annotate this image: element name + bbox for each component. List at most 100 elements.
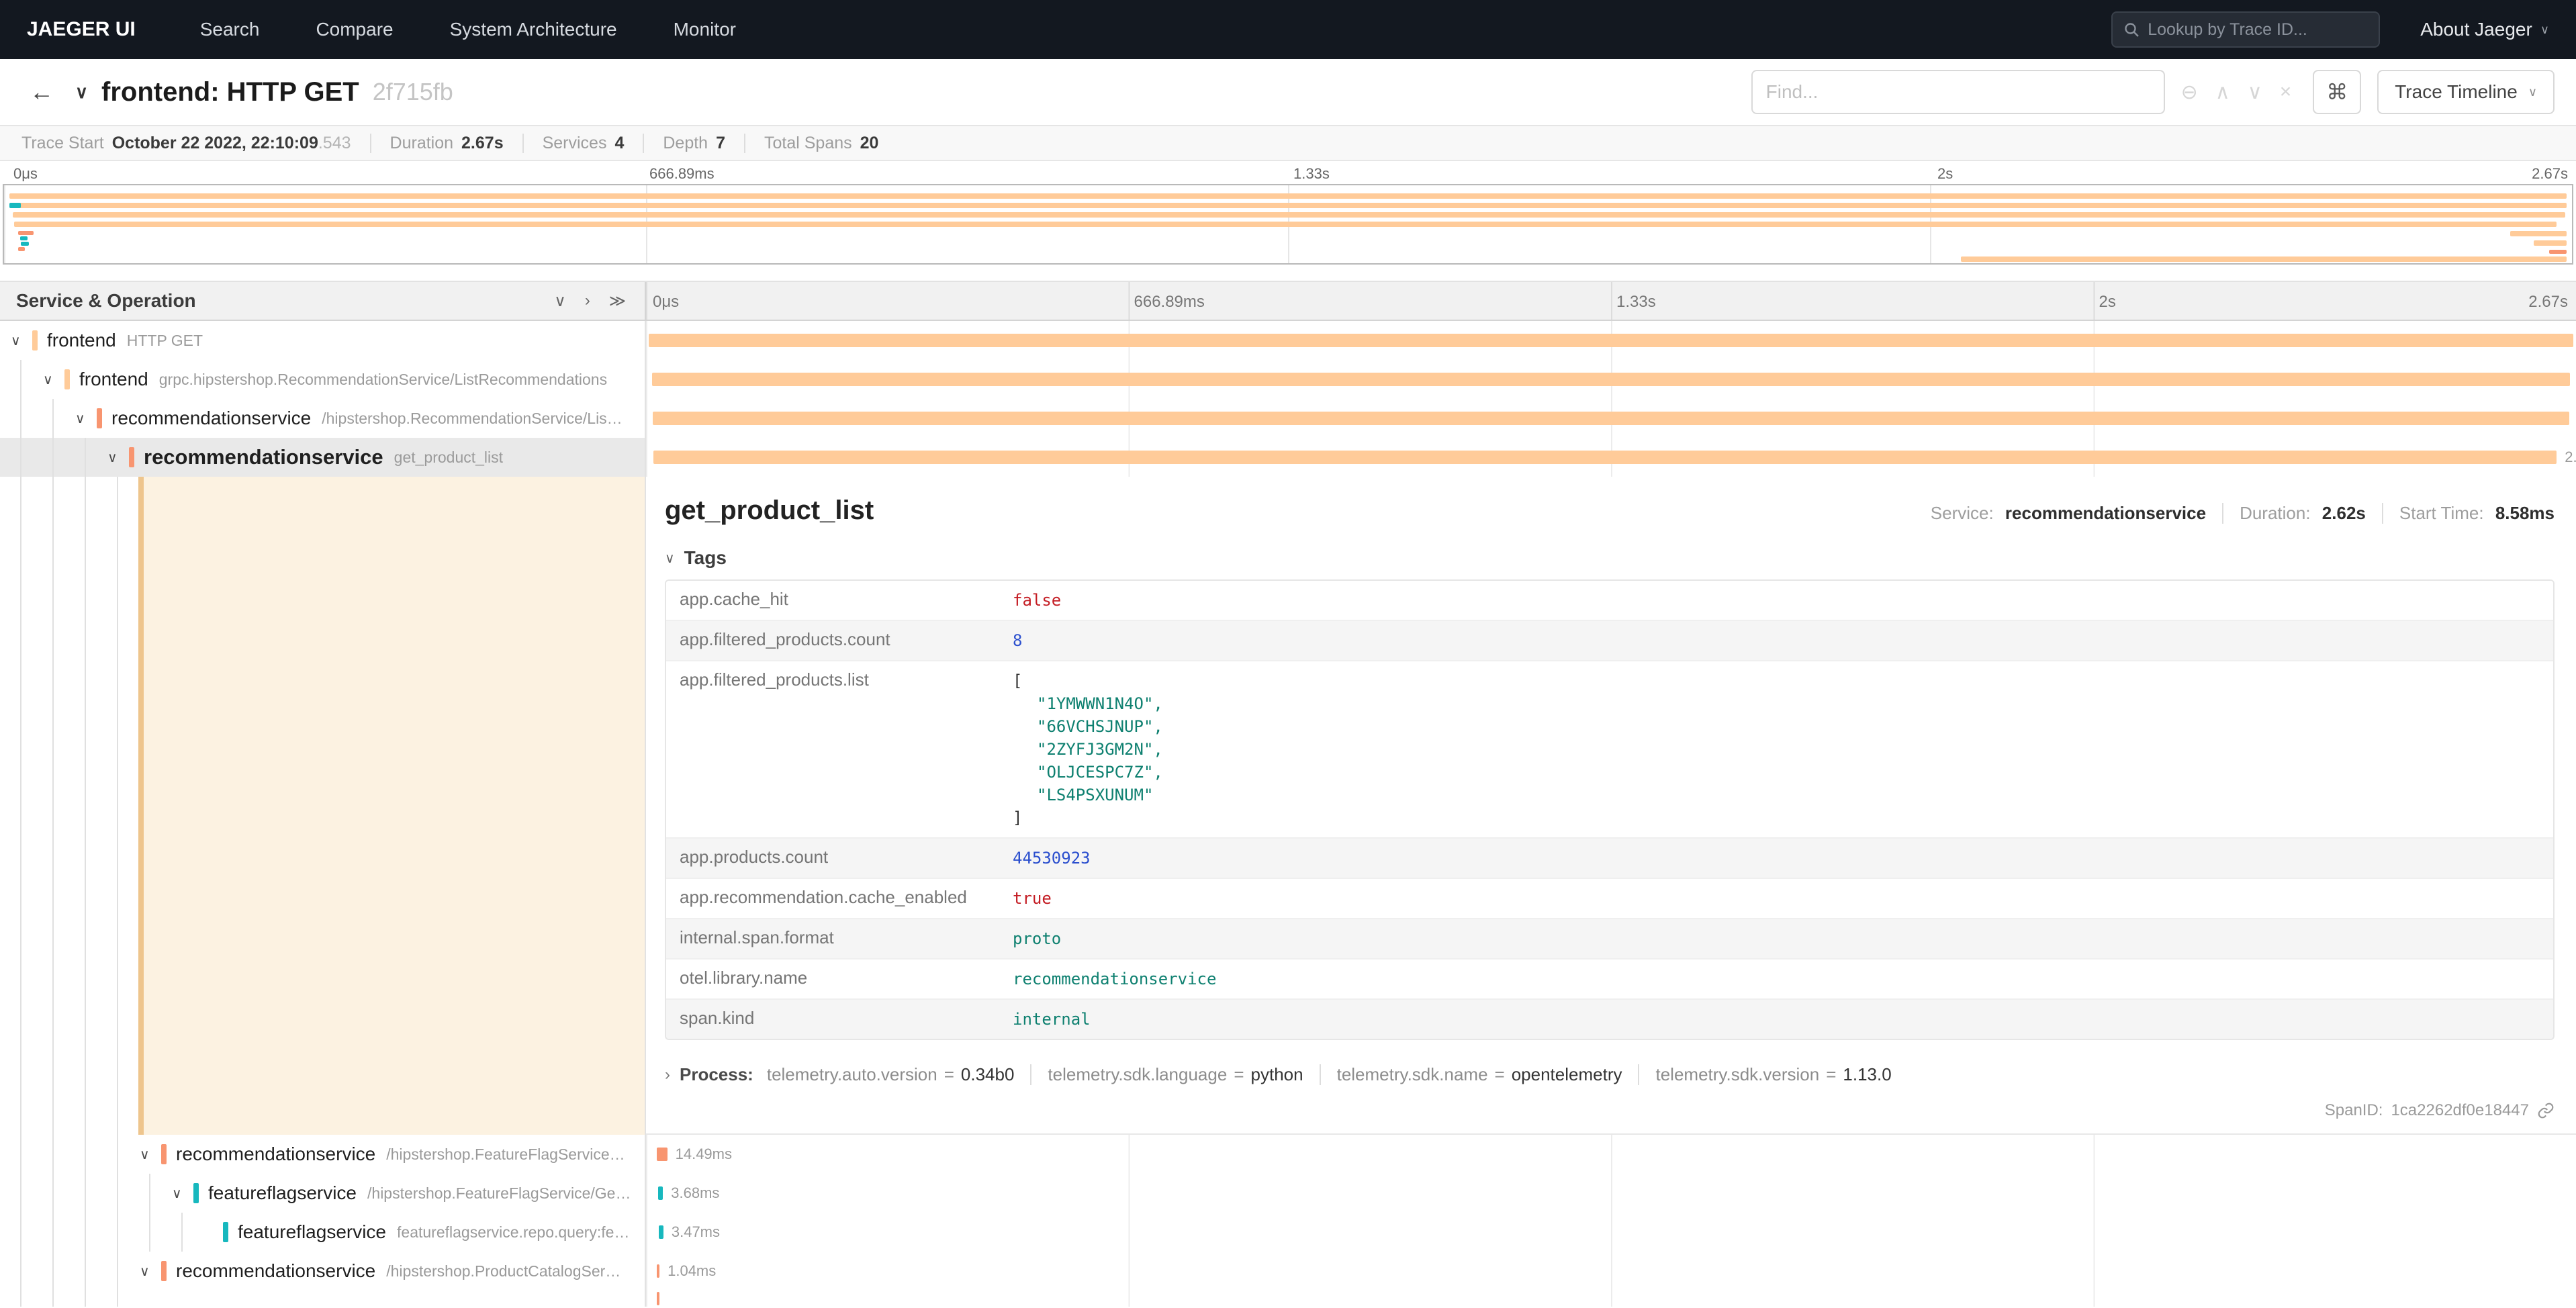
process-kv: telemetry.sdk.version = 1.13.0 — [1638, 1064, 1891, 1085]
find-scope-icon[interactable]: ⊖ — [2181, 81, 2198, 104]
nav-item-compare[interactable]: Compare — [316, 19, 393, 40]
search-icon — [2123, 21, 2140, 38]
span-bar[interactable] — [659, 1225, 663, 1239]
summary-depth: Depth 7 — [643, 134, 725, 153]
collapse-all-icon[interactable]: ≫ — [609, 291, 626, 311]
ruler-tick: 1.33s — [1293, 165, 1330, 183]
about-jaeger-menu[interactable]: About Jaeger ∨ — [2420, 19, 2549, 40]
span-row-productcatalog-rpc[interactable]: ∨ recommendationservice /hipstershop.Pro… — [0, 1252, 2576, 1291]
tag-row: otel.library.name recommendationservice — [666, 960, 2553, 1000]
command-icon: ⌘ — [2326, 79, 2348, 105]
trace-id-lookup[interactable] — [2111, 11, 2380, 48]
detail-duration: Duration: 2.62s — [2222, 503, 2366, 524]
span-bar[interactable] — [658, 1186, 663, 1200]
ruler-tick: 666.89ms — [1134, 293, 1205, 312]
trace-header: ← ∨ frontend: HTTP GET 2f715fb ⊖ ∧ ∨ × ⌘… — [0, 59, 2576, 126]
span-row-featureflagservice-repo-query[interactable]: featureflagservice featureflagservice.re… — [0, 1213, 2576, 1252]
minimap-span-bar — [11, 203, 2567, 208]
span-detail-row: get_product_list Service: recommendation… — [0, 477, 2576, 1135]
span-row-featureflag-rpc-parent[interactable]: ∨ recommendationservice /hipstershop.Fea… — [0, 1135, 2576, 1174]
find-prev-icon[interactable]: ∧ — [2215, 81, 2230, 104]
tag-row: span.kind internal — [666, 1000, 2553, 1039]
span-bar[interactable] — [649, 334, 2573, 347]
find-next-icon[interactable]: ∨ — [2248, 81, 2262, 104]
service-color-bar — [129, 447, 134, 467]
back-button[interactable]: ← — [30, 78, 54, 106]
chevron-down-icon[interactable]: ∨ — [140, 1146, 161, 1163]
chevron-down-icon[interactable]: ∨ — [11, 332, 32, 349]
tag-row: internal.span.format proto — [666, 919, 2553, 960]
ruler-tick: 0μs — [653, 293, 679, 312]
chevron-right-icon: › — [665, 1066, 670, 1084]
keyboard-shortcuts-button[interactable]: ⌘ — [2313, 70, 2361, 114]
timeline-ruler: 0μs 666.89ms 1.33s 2s 2.67s — [646, 282, 2576, 320]
nav-item-system-architecture[interactable]: System Architecture — [450, 19, 617, 40]
find-controls: ⊖ ∧ ∨ × — [2181, 81, 2292, 104]
minimap-span-bar — [20, 236, 28, 240]
tag-row: app.recommendation.cache_enabled true — [666, 879, 2553, 919]
minimap-span-bar — [18, 231, 34, 235]
trace-view-selector[interactable]: Trace Timeline ∨ — [2377, 70, 2555, 114]
caret-down-icon: ∨ — [2540, 23, 2549, 37]
ruler-tick: 2.67s — [2528, 293, 2568, 312]
detail-start-time: Start Time: 8.58ms — [2382, 503, 2555, 524]
span-bar[interactable] — [657, 1148, 668, 1161]
minimap-span-bar — [14, 222, 2557, 227]
service-color-bar — [97, 408, 102, 428]
ruler-tick: 666.89ms — [649, 165, 715, 183]
span-bar[interactable] — [657, 1292, 659, 1305]
minimap-span-bar — [13, 212, 2565, 218]
span-row-get-product-list[interactable]: ∨ recommendationservice get_product_list… — [0, 438, 2576, 477]
span-row-frontend-listrecommendations[interactable]: ∨ frontend grpc.hipstershop.Recommendati… — [0, 360, 2576, 399]
minimap-span-bar — [21, 242, 28, 246]
ruler-tick: 2s — [1937, 165, 1953, 183]
chevron-down-icon[interactable]: ∨ — [75, 410, 97, 427]
span-bar[interactable] — [657, 1264, 659, 1278]
span-bar[interactable] — [653, 412, 2569, 425]
app-brand: JAEGER UI — [27, 18, 136, 41]
chevron-down-icon[interactable]: ∨ — [43, 371, 64, 388]
caret-down-icon: ∨ — [2528, 85, 2537, 99]
nav-item-monitor[interactable]: Monitor — [674, 19, 736, 40]
tags-section-toggle[interactable]: ∨ Tags — [665, 547, 2555, 569]
summary-services: Services 4 — [522, 134, 625, 153]
span-bar[interactable] — [653, 451, 2557, 464]
span-id-footer: SpanID: 1ca2262df0e18447 — [665, 1101, 2555, 1123]
service-color-bar — [193, 1183, 199, 1203]
service-color-bar — [223, 1222, 228, 1242]
ruler-tick: 2.67s — [2532, 165, 2568, 183]
minimap-span-bar — [2534, 240, 2567, 246]
find-clear-icon[interactable]: × — [2280, 81, 2292, 103]
about-jaeger-label: About Jaeger — [2420, 19, 2532, 40]
collapse-one-icon[interactable]: ∨ — [554, 291, 566, 311]
tags-table: app.cache_hit false app.filtered_product… — [665, 579, 2555, 1040]
process-kv: telemetry.sdk.language = python — [1030, 1064, 1303, 1085]
span-bar[interactable] — [652, 373, 2571, 386]
chevron-down-icon[interactable]: ∨ — [172, 1185, 193, 1202]
span-row-featureflagservice-rpc[interactable]: ∨ featureflagservice /hipstershop.Featur… — [0, 1174, 2576, 1213]
trace-id-lookup-input[interactable] — [2148, 20, 2368, 40]
link-icon[interactable] — [2537, 1102, 2555, 1119]
tag-row: app.cache_hit false — [666, 581, 2553, 621]
trace-header-collapse-icon[interactable]: ∨ — [75, 82, 88, 103]
chevron-down-icon[interactable]: ∨ — [107, 449, 129, 466]
trace-view-label: Trace Timeline — [2395, 81, 2518, 103]
span-row-recommendationservice-rpc[interactable]: ∨ recommendationservice /hipstershop.Rec… — [0, 399, 2576, 438]
span-detail-indent — [0, 477, 646, 1135]
find-input[interactable] — [1751, 70, 2165, 114]
selected-span-accent — [138, 477, 645, 1135]
minimap-ruler: 0μs 666.89ms 1.33s 2s 2.67s — [0, 161, 2576, 184]
span-row-frontend-http-get[interactable]: ∨ frontend HTTP GET — [0, 321, 2576, 360]
trace-summary-bar: Trace Start October 22 2022, 22:10:09.54… — [0, 126, 2576, 161]
chevron-down-icon[interactable]: ∨ — [140, 1263, 161, 1280]
ruler-tick: 2s — [2099, 293, 2116, 312]
trace-title: frontend: HTTP GET — [101, 77, 359, 107]
span-row-partial[interactable] — [0, 1291, 2576, 1307]
nav-item-search[interactable]: Search — [200, 19, 260, 40]
process-kv: telemetry.auto.version = 0.34b0 — [767, 1064, 1015, 1085]
process-section-toggle[interactable]: › Process: telemetry.auto.version = 0.34… — [665, 1064, 2555, 1085]
timeline-header: Service & Operation ∨ › ≫ 0μs 666.89ms 1… — [0, 281, 2576, 321]
trace-minimap[interactable] — [3, 184, 2573, 265]
tag-row: app.filtered_products.list [ "1YMWWN1N4O… — [666, 661, 2553, 839]
expand-one-icon[interactable]: › — [585, 291, 590, 311]
